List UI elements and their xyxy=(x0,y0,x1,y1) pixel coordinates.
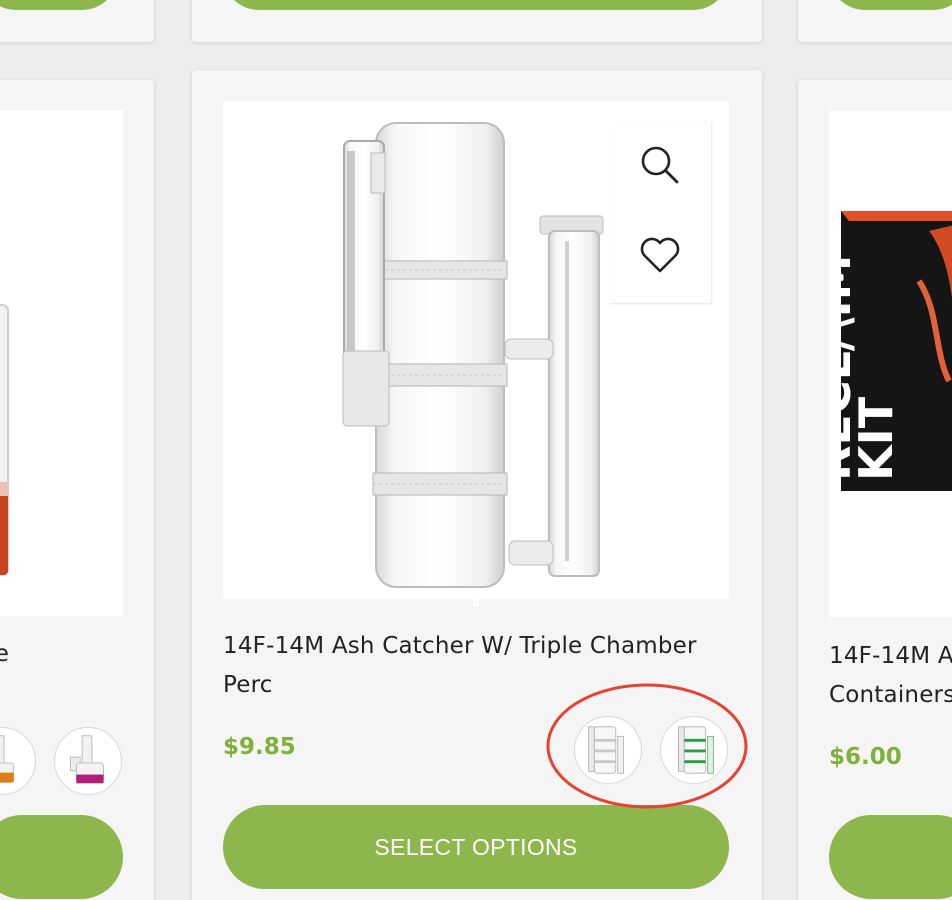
product-card-top-left xyxy=(0,0,154,42)
swatch-orange[interactable] xyxy=(0,727,36,795)
product-price-center: $9.85 xyxy=(223,734,296,760)
top-center-button[interactable] xyxy=(223,0,729,10)
product-title-right-line1[interactable]: 14F-14M A xyxy=(829,637,952,676)
product-grid: ne xyxy=(0,0,952,900)
swatch-purple[interactable] xyxy=(54,727,122,795)
product-image-right[interactable]: RECL/\IM KIT xyxy=(829,111,952,617)
product-card-left: ne xyxy=(0,80,154,900)
product-card-top-right xyxy=(798,0,952,42)
add-to-wishlist-button[interactable] xyxy=(609,211,711,299)
swatch-clear[interactable] xyxy=(574,716,642,784)
select-options-button-right[interactable] xyxy=(829,815,952,899)
select-options-button-left[interactable] xyxy=(0,815,123,899)
product-title-center-line1[interactable]: 14F-14M Ash Catcher W/ Triple Chamber xyxy=(223,627,697,666)
swatch-clear-icon xyxy=(588,726,625,774)
swatch-green[interactable] xyxy=(660,716,728,784)
product-price-right: $6.00 xyxy=(829,744,902,770)
product-card-center: 14F-14M Ash Catcher W/ Triple Chamber Pe… xyxy=(192,70,762,900)
swatch-orange-icon xyxy=(0,735,15,783)
product-title-center-line2[interactable]: Perc xyxy=(223,666,273,705)
product-title-left[interactable]: ne xyxy=(0,635,9,674)
quick-actions-panel xyxy=(609,121,711,303)
product-card-right: RECL/\IM KIT 14F-14M A Containers $6.00 xyxy=(798,80,952,900)
magnifier-icon xyxy=(641,146,679,184)
box-text-line2: KIT xyxy=(849,396,903,481)
image-divider xyxy=(473,599,479,607)
box-text: RECL/\IM KIT xyxy=(829,255,933,481)
heart-icon xyxy=(640,237,680,273)
product-title-right-line2[interactable]: Containers xyxy=(829,676,952,715)
product-card-top-center xyxy=(192,0,762,42)
top-right-button[interactable] xyxy=(829,0,952,10)
product-image-left[interactable] xyxy=(0,110,123,616)
ash-catcher-orange-image xyxy=(0,304,9,576)
swatch-purple-icon xyxy=(70,735,105,784)
top-left-button[interactable] xyxy=(0,0,118,10)
swatch-green-icon xyxy=(677,726,714,774)
quick-view-button[interactable] xyxy=(609,121,711,209)
select-options-button[interactable]: SELECT OPTIONS xyxy=(223,805,729,889)
